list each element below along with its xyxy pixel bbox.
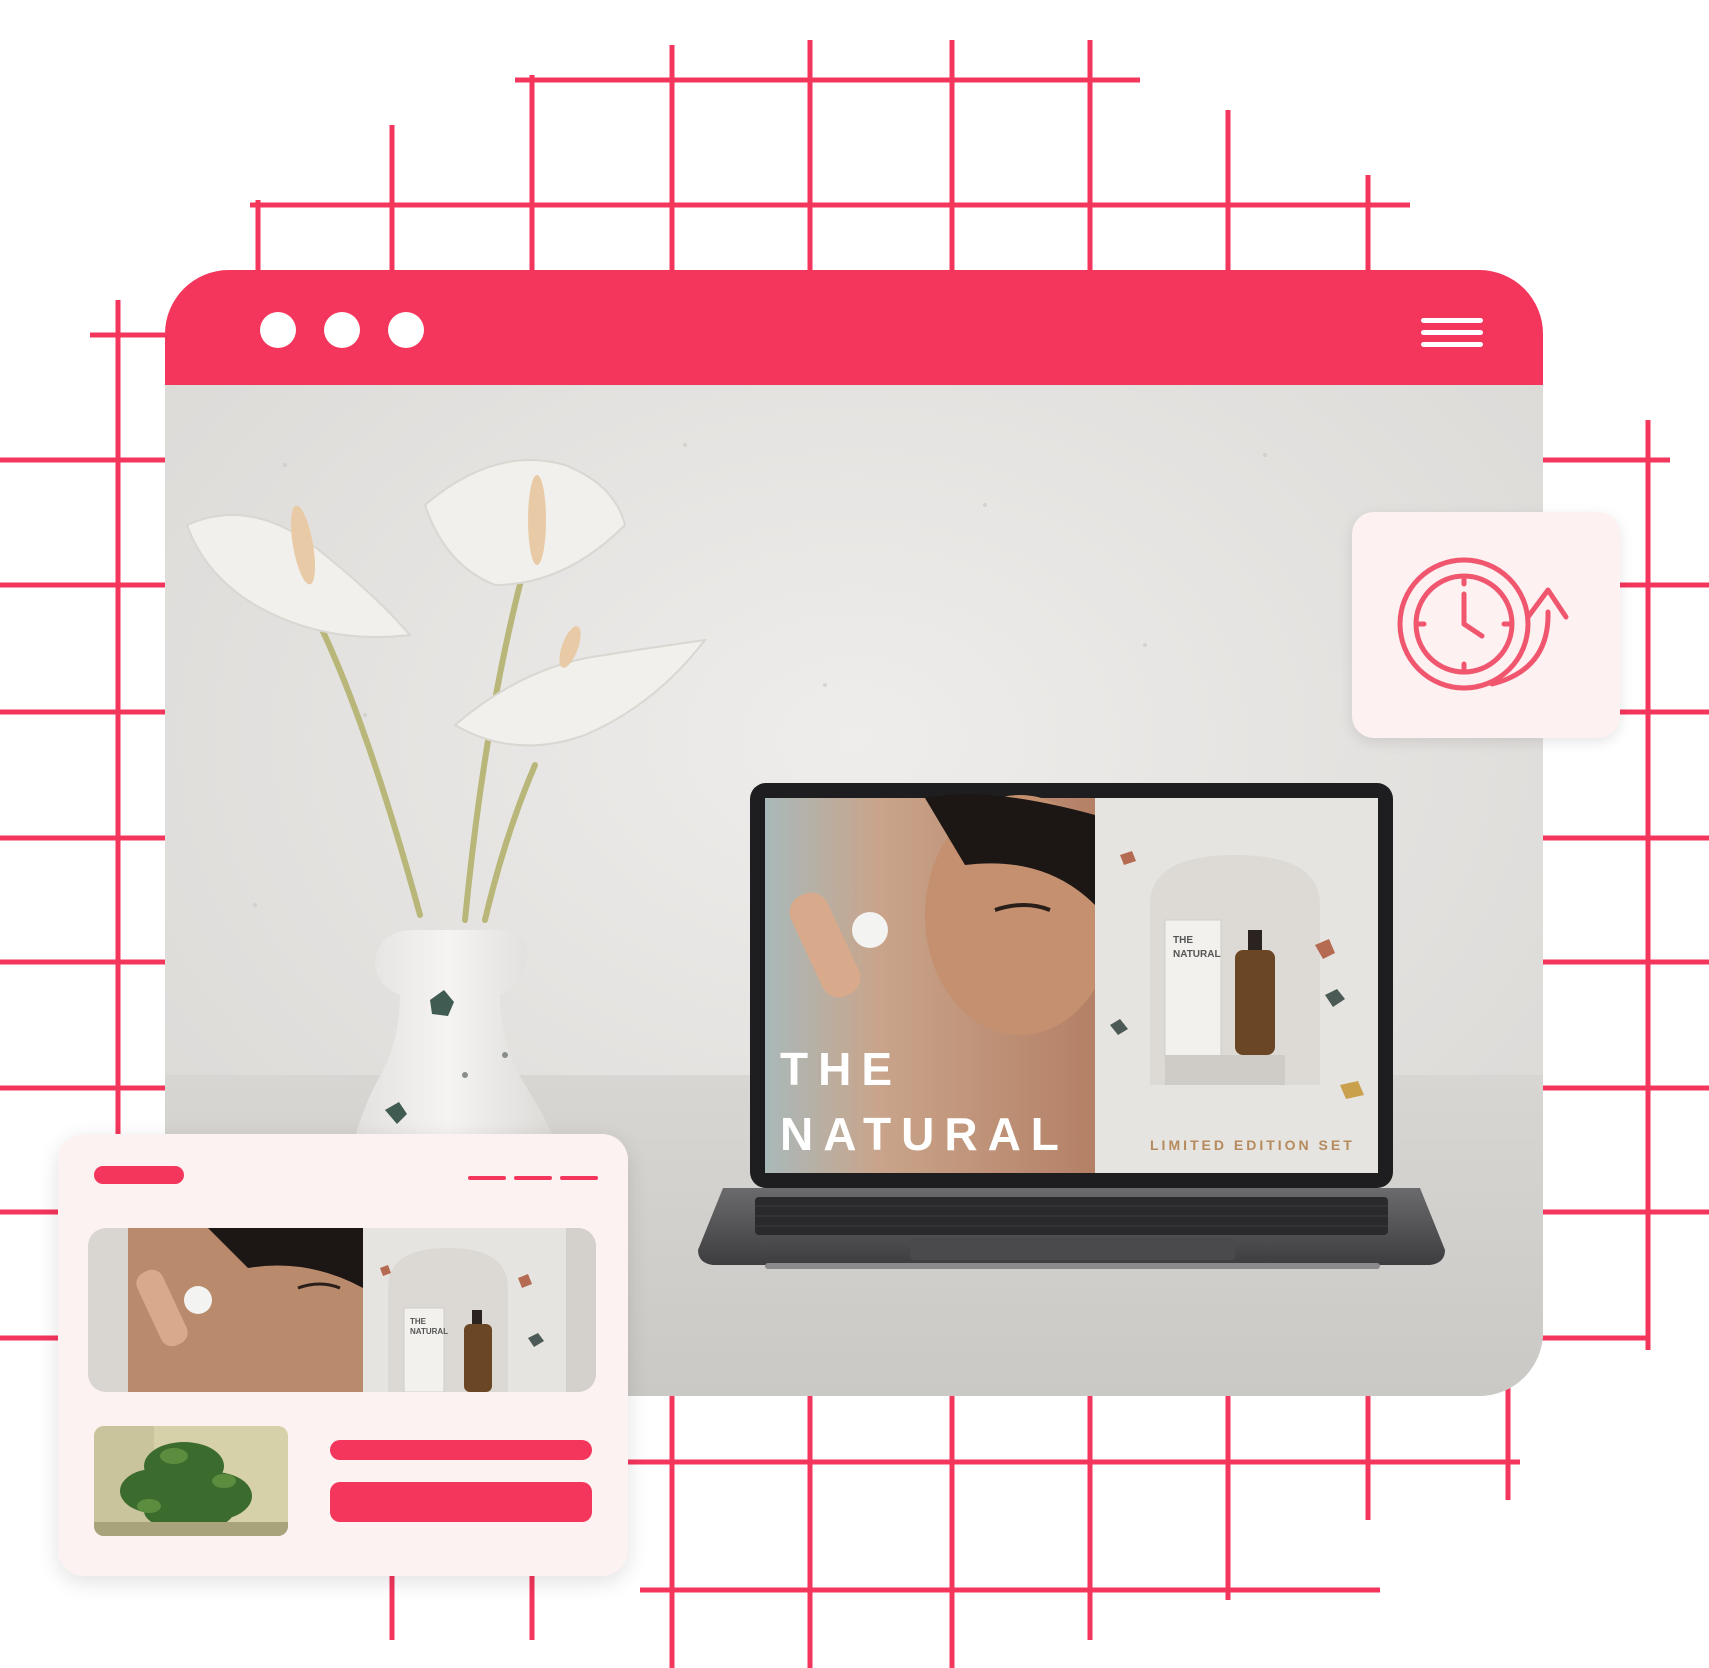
window-dot-3[interactable]	[388, 312, 424, 348]
window-titlebar	[165, 270, 1543, 385]
screen-caption: LIMITED EDITION SET	[1150, 1137, 1355, 1153]
preview-text-bar-1	[330, 1440, 592, 1460]
preview-menu-dash-3[interactable]	[560, 1176, 598, 1180]
screen-box-label-line1: THE	[1173, 935, 1193, 946]
preview-box-label-line2: NATURAL	[410, 1327, 448, 1336]
preview-title-bar	[94, 1166, 184, 1184]
clock-refresh-icon	[1397, 557, 1569, 691]
plant-thumbnail[interactable]	[94, 1426, 288, 1536]
preview-thumbnail[interactable]: THE NATURAL	[88, 1228, 596, 1392]
preview-menu-dash-2[interactable]	[514, 1176, 552, 1180]
screen-box-label-line2: NATURAL	[1173, 949, 1221, 960]
screen-headline-line2: NATURAL	[780, 1108, 1069, 1160]
preview-menu-dash-1[interactable]	[468, 1176, 506, 1180]
screen-headline-line1: THE	[780, 1043, 902, 1095]
hamburger-menu-icon[interactable]	[1421, 318, 1483, 352]
clock-card	[1352, 512, 1620, 738]
preview-box-label-line1: THE	[410, 1317, 427, 1326]
preview-card: THE NATURAL	[58, 1134, 628, 1576]
window-dot-1[interactable]	[260, 312, 296, 348]
window-dot-2[interactable]	[324, 312, 360, 348]
preview-cta-button[interactable]	[330, 1482, 592, 1522]
